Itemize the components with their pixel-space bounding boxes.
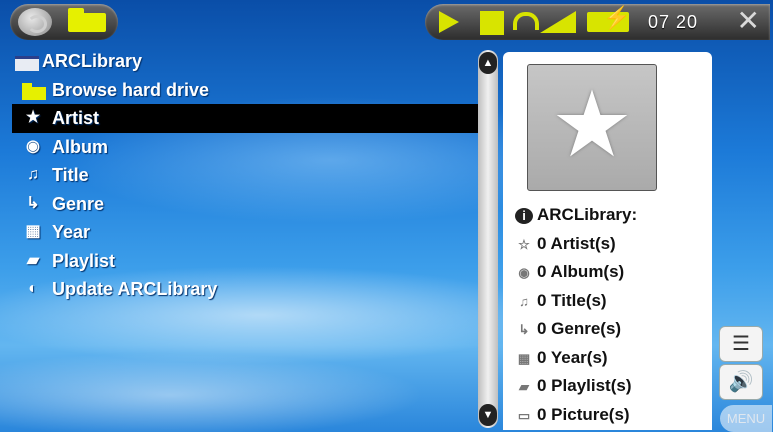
list-item-playlist[interactable]: ▰ Playlist — [12, 247, 482, 276]
folder-icon[interactable] — [68, 8, 106, 32]
list-item-label: Browse hard drive — [52, 79, 210, 100]
menu-button[interactable]: MENU — [720, 405, 772, 432]
folder-icon — [22, 82, 46, 100]
refresh-icon: ◐ — [28, 280, 38, 297]
music-note-icon: ♫ — [519, 293, 529, 309]
status-bar: ⚡ 07 20 ✕ — [425, 4, 770, 40]
picture-icon: ▭ — [517, 407, 531, 423]
info-row-label: 0 Picture(s) — [537, 404, 630, 424]
info-row-label: 0 Playlist(s) — [537, 376, 632, 395]
sync-icon[interactable] — [18, 8, 52, 36]
star-icon: ★ — [550, 74, 634, 176]
list-view-icon: ☰ — [732, 333, 750, 355]
info-row-label: 0 Artist(s) — [537, 233, 616, 253]
list-item-label: Update ARCLibrary — [52, 279, 218, 299]
square-icon — [480, 11, 504, 35]
disc-icon: ◉ — [518, 265, 530, 280]
signal-icon — [540, 11, 576, 33]
list-view-button[interactable]: ☰ — [719, 326, 763, 362]
playlist-icon: ▰ — [26, 251, 40, 269]
library-list: ARCLibrary Browse hard drive ★ Artist ◉ … — [12, 47, 482, 304]
info-row-label: 0 Title(s) — [537, 290, 607, 310]
scroll-down-button[interactable]: ▼ — [479, 404, 497, 426]
volume-button[interactable]: 🔊 — [719, 364, 763, 400]
list-item-browse-hard-drive[interactable]: Browse hard drive — [12, 76, 482, 105]
list-item-label: Playlist — [52, 250, 116, 271]
genre-icon: ↳ — [26, 194, 40, 212]
clock: 07 20 — [648, 12, 699, 32]
star-icon: ☆ — [518, 236, 530, 252]
disc-icon: ◉ — [26, 137, 40, 155]
list-item-title[interactable]: ♫ Title — [12, 161, 482, 190]
calendar-icon: ▦ — [25, 223, 41, 240]
star-icon: ★ — [25, 109, 41, 126]
calendar-icon: ▦ — [517, 350, 531, 366]
screen: ⚡ 07 20 ✕ ARCLibrary Browse hard drive ★… — [0, 0, 773, 432]
list-item-label: Artist — [52, 108, 100, 128]
list-item-label: ARCLibrary — [42, 51, 143, 71]
music-note-icon: ♫ — [27, 166, 39, 183]
genre-icon: ↳ — [518, 322, 530, 337]
list-item-arclibrary[interactable]: ARCLibrary — [12, 47, 482, 76]
list-item-album[interactable]: ◉ Album — [12, 133, 482, 162]
info-panel: ★ i ARCLibrary: ☆ 0 Artist(s) ◉ 0 Album(… — [503, 52, 712, 430]
info-row-label: 0 Genre(s) — [537, 319, 622, 338]
list-item-label: Title — [52, 165, 89, 185]
bolt-icon: ⚡ — [603, 5, 631, 30]
list-item-label: Genre — [52, 193, 105, 214]
artwork-thumbnail: ★ — [527, 64, 657, 191]
arrow-icon — [439, 11, 459, 33]
playlist-icon: ▰ — [519, 379, 529, 394]
list-item-artist[interactable]: ★ Artist — [12, 104, 482, 133]
list-item-label: Album — [52, 136, 108, 157]
info-icon: i — [515, 208, 533, 224]
info-row-label: 0 Year(s) — [537, 347, 608, 367]
close-icon[interactable]: ✕ — [737, 7, 760, 35]
info-row-label: 0 Album(s) — [537, 262, 625, 281]
list-item-genre[interactable]: ↳ Genre — [12, 190, 482, 219]
list-item-label: Year — [52, 222, 91, 242]
speaker-icon: 🔊 — [728, 371, 754, 393]
list-item-update-arclibrary[interactable]: ◐ Update ARCLibrary — [12, 275, 482, 304]
list-item-year[interactable]: ▦ Year — [12, 218, 482, 247]
info-title-label: ARCLibrary: — [537, 205, 638, 224]
scroll-up-button[interactable]: ▲ — [479, 52, 497, 74]
scrollbar[interactable]: ▲ ▼ — [478, 50, 498, 428]
headphones-icon — [513, 12, 539, 30]
hdd-icon — [15, 56, 39, 71]
top-left-bar — [10, 4, 118, 40]
